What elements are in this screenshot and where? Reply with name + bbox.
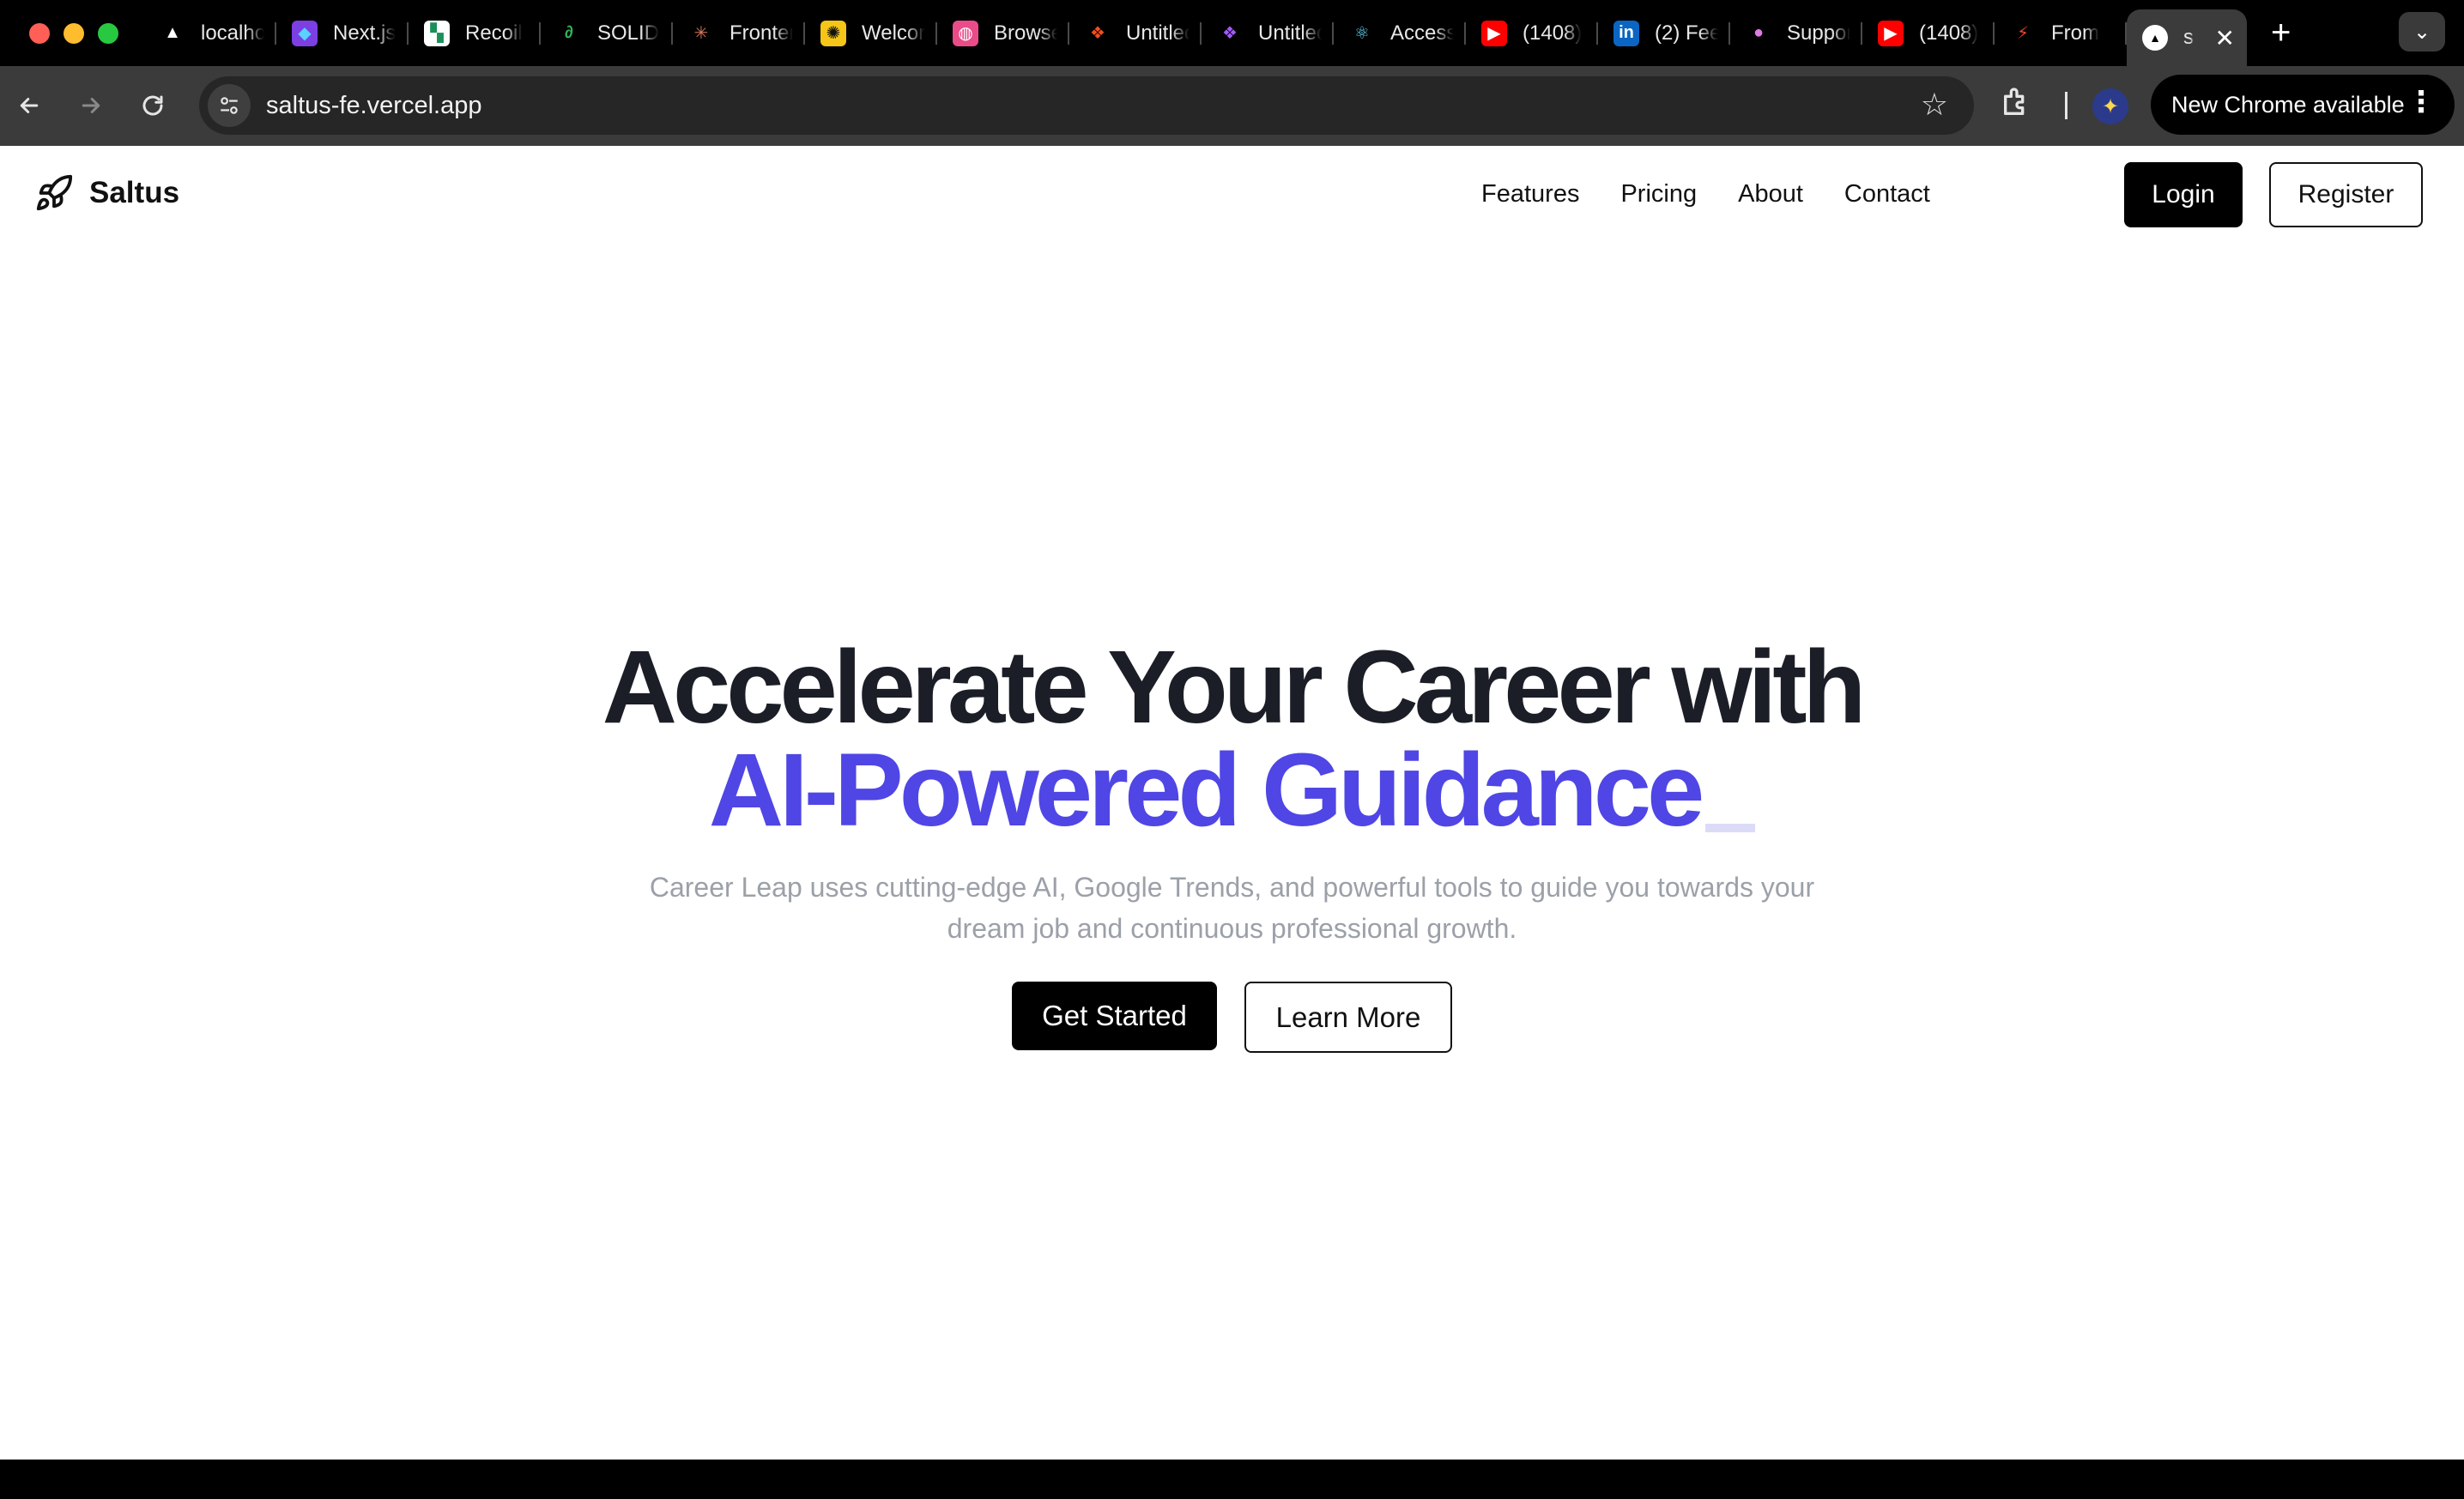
tab-title: Untitled <box>1126 21 1190 45</box>
chrome-update-button[interactable]: New Chrome available ⋮ <box>2151 75 2455 135</box>
shield-icon: ◆ <box>292 20 318 46</box>
hero-actions: Get Started Learn More <box>0 982 2464 1053</box>
reload-icon <box>142 95 163 116</box>
register-button[interactable]: Register <box>2269 162 2423 227</box>
triangle-icon: ▲ <box>164 23 181 42</box>
solid-icon: ∂ <box>565 23 573 42</box>
tab-active[interactable]: ▲ s ✕ <box>2127 9 2247 66</box>
arrow-left-icon <box>20 98 39 113</box>
tab-title: Browse <box>994 21 1057 45</box>
minimize-window-button[interactable] <box>64 22 84 44</box>
back-button[interactable] <box>9 85 50 126</box>
tab[interactable]: ✳ Frontend <box>673 7 805 60</box>
update-label: New Chrome available <box>2171 91 2405 118</box>
tab-title: s <box>2183 26 2194 49</box>
tune-icon <box>221 97 238 114</box>
tab[interactable]: ✺ Welcome <box>805 7 937 60</box>
tab[interactable]: ❖ Untitled <box>1069 7 1202 60</box>
reload-button[interactable] <box>132 85 173 126</box>
tab-list: ▲ localhost ◆ Next.js ▚ Recoil ∂ SOLID ✳ Frontend… <box>144 0 2127 66</box>
site-info-button[interactable] <box>208 84 251 127</box>
bolt-icon: ⚡ <box>2016 24 2030 43</box>
tab[interactable]: ⚛ Accessibility <box>1334 7 1466 60</box>
tab-title: Next.js <box>333 21 397 45</box>
web-page: Saltus Features Pricing About Contact Lo… <box>0 146 2464 1460</box>
browser-toolbar: saltus-fe.vercel.app ☆ ✦ New Chrome avai… <box>0 66 2464 146</box>
tab-title: Accessibility <box>1390 21 1454 45</box>
dribbble-icon: ◍ <box>953 20 978 46</box>
tab-title: SOLID <box>597 21 660 45</box>
typing-caret <box>1705 824 1756 832</box>
tab-title: Recoil <box>465 21 523 45</box>
tab[interactable]: ▶ (1408) <box>1862 7 1995 60</box>
tab-title: (1408) <box>1919 21 1979 45</box>
profile-avatar[interactable]: ✦ <box>2092 88 2128 124</box>
forward-button[interactable] <box>70 85 112 126</box>
bookmark-star-icon[interactable]: ☆ <box>1921 87 1948 123</box>
hero-title-highlight: AI-Powered Guidance <box>709 738 1756 842</box>
youtube-icon: ▶ <box>1481 20 1507 46</box>
figma-icon: ❖ <box>1090 24 1105 43</box>
chevron-down-icon: ⌄ <box>2413 20 2431 44</box>
brand-logo[interactable]: Saltus <box>34 173 179 213</box>
tab[interactable]: ▶ (1408) <box>1466 7 1598 60</box>
tab-title: Frontend <box>730 21 793 45</box>
url-text: saltus-fe.vercel.app <box>266 91 482 119</box>
tab-title: localhost <box>201 21 264 45</box>
tab[interactable]: ◍ Browse <box>937 7 1069 60</box>
main-nav: Features Pricing About Contact <box>1481 180 1930 209</box>
browser-tab-strip: ▲ localhost ◆ Next.js ▚ Recoil ∂ SOLID ✳ Frontend… <box>0 0 2464 66</box>
close-tab-icon[interactable]: ✕ <box>2215 24 2235 52</box>
page-bottom-bar <box>0 1460 2464 1499</box>
tab[interactable]: ⚡ From <box>1995 7 2127 60</box>
youtube-icon: ▶ <box>1878 20 1904 46</box>
hero-subtitle: Career Leap uses cutting-edge AI, Google… <box>649 872 1815 944</box>
learn-more-button[interactable]: Learn More <box>1244 982 1452 1053</box>
get-started-button[interactable]: Get Started <box>1012 982 1217 1050</box>
more-menu-icon[interactable]: ⋮ <box>2406 85 2436 119</box>
nav-link-pricing[interactable]: Pricing <box>1620 180 1697 209</box>
close-window-button[interactable] <box>29 22 50 44</box>
react-icon: ⚛ <box>1354 24 1370 43</box>
tab[interactable]: ◆ Next.js <box>276 7 409 60</box>
window-controls <box>29 22 118 44</box>
arrow-right-icon <box>82 98 100 113</box>
tab-title: (1408) <box>1523 21 1583 45</box>
linkedin-icon: in <box>1613 20 1639 46</box>
toolbar-divider <box>2065 92 2067 119</box>
tab-title: Support <box>1787 21 1850 45</box>
circle-icon: ● <box>1753 23 1765 42</box>
tab[interactable]: ● Support <box>1730 7 1862 60</box>
extensions-icon[interactable] <box>2000 85 2034 119</box>
tab-title: Untitled <box>1258 21 1322 45</box>
tab-search-button[interactable]: ⌄ <box>2399 12 2445 51</box>
brand-name: Saltus <box>89 176 180 209</box>
tab-title: Welcome <box>862 21 925 45</box>
login-button[interactable]: Login <box>2124 162 2243 227</box>
nav-link-contact[interactable]: Contact <box>1844 180 1930 209</box>
site-header: Saltus Features Pricing About Contact Lo… <box>0 146 2464 242</box>
tab-title: (2) Feed <box>1655 21 1718 45</box>
recoil-icon: ▚ <box>424 20 450 46</box>
nav-link-features[interactable]: Features <box>1481 180 1579 209</box>
address-bar[interactable]: saltus-fe.vercel.app ☆ <box>199 76 1974 135</box>
tab[interactable]: ▚ Recoil <box>409 7 541 60</box>
hero-title: Accelerate Your Career with <box>602 628 1867 745</box>
tab-title: From <box>2051 21 2099 45</box>
maximize-window-button[interactable] <box>98 22 118 44</box>
hero-section: Accelerate Your Career with AI-Powered G… <box>0 635 2464 1053</box>
nav-link-about[interactable]: About <box>1738 180 1803 209</box>
tab[interactable]: in (2) Feed <box>1598 7 1730 60</box>
rocket-avatar-icon: ✦ <box>2101 94 2120 118</box>
tab[interactable]: ▲ localhost <box>144 7 276 60</box>
tab[interactable]: ∂ SOLID <box>541 7 673 60</box>
triangle-icon: ▲ <box>2142 25 2168 51</box>
hero-title-highlight-text: AI-Powered Guidance <box>708 731 1705 848</box>
figma-icon: ❖ <box>1222 24 1238 43</box>
badge-icon: ✺ <box>820 20 846 46</box>
rocket-icon <box>36 174 73 211</box>
claude-icon: ✳ <box>693 24 709 43</box>
tab[interactable]: ❖ Untitled <box>1202 7 1334 60</box>
new-tab-button[interactable]: + <box>2271 14 2291 52</box>
